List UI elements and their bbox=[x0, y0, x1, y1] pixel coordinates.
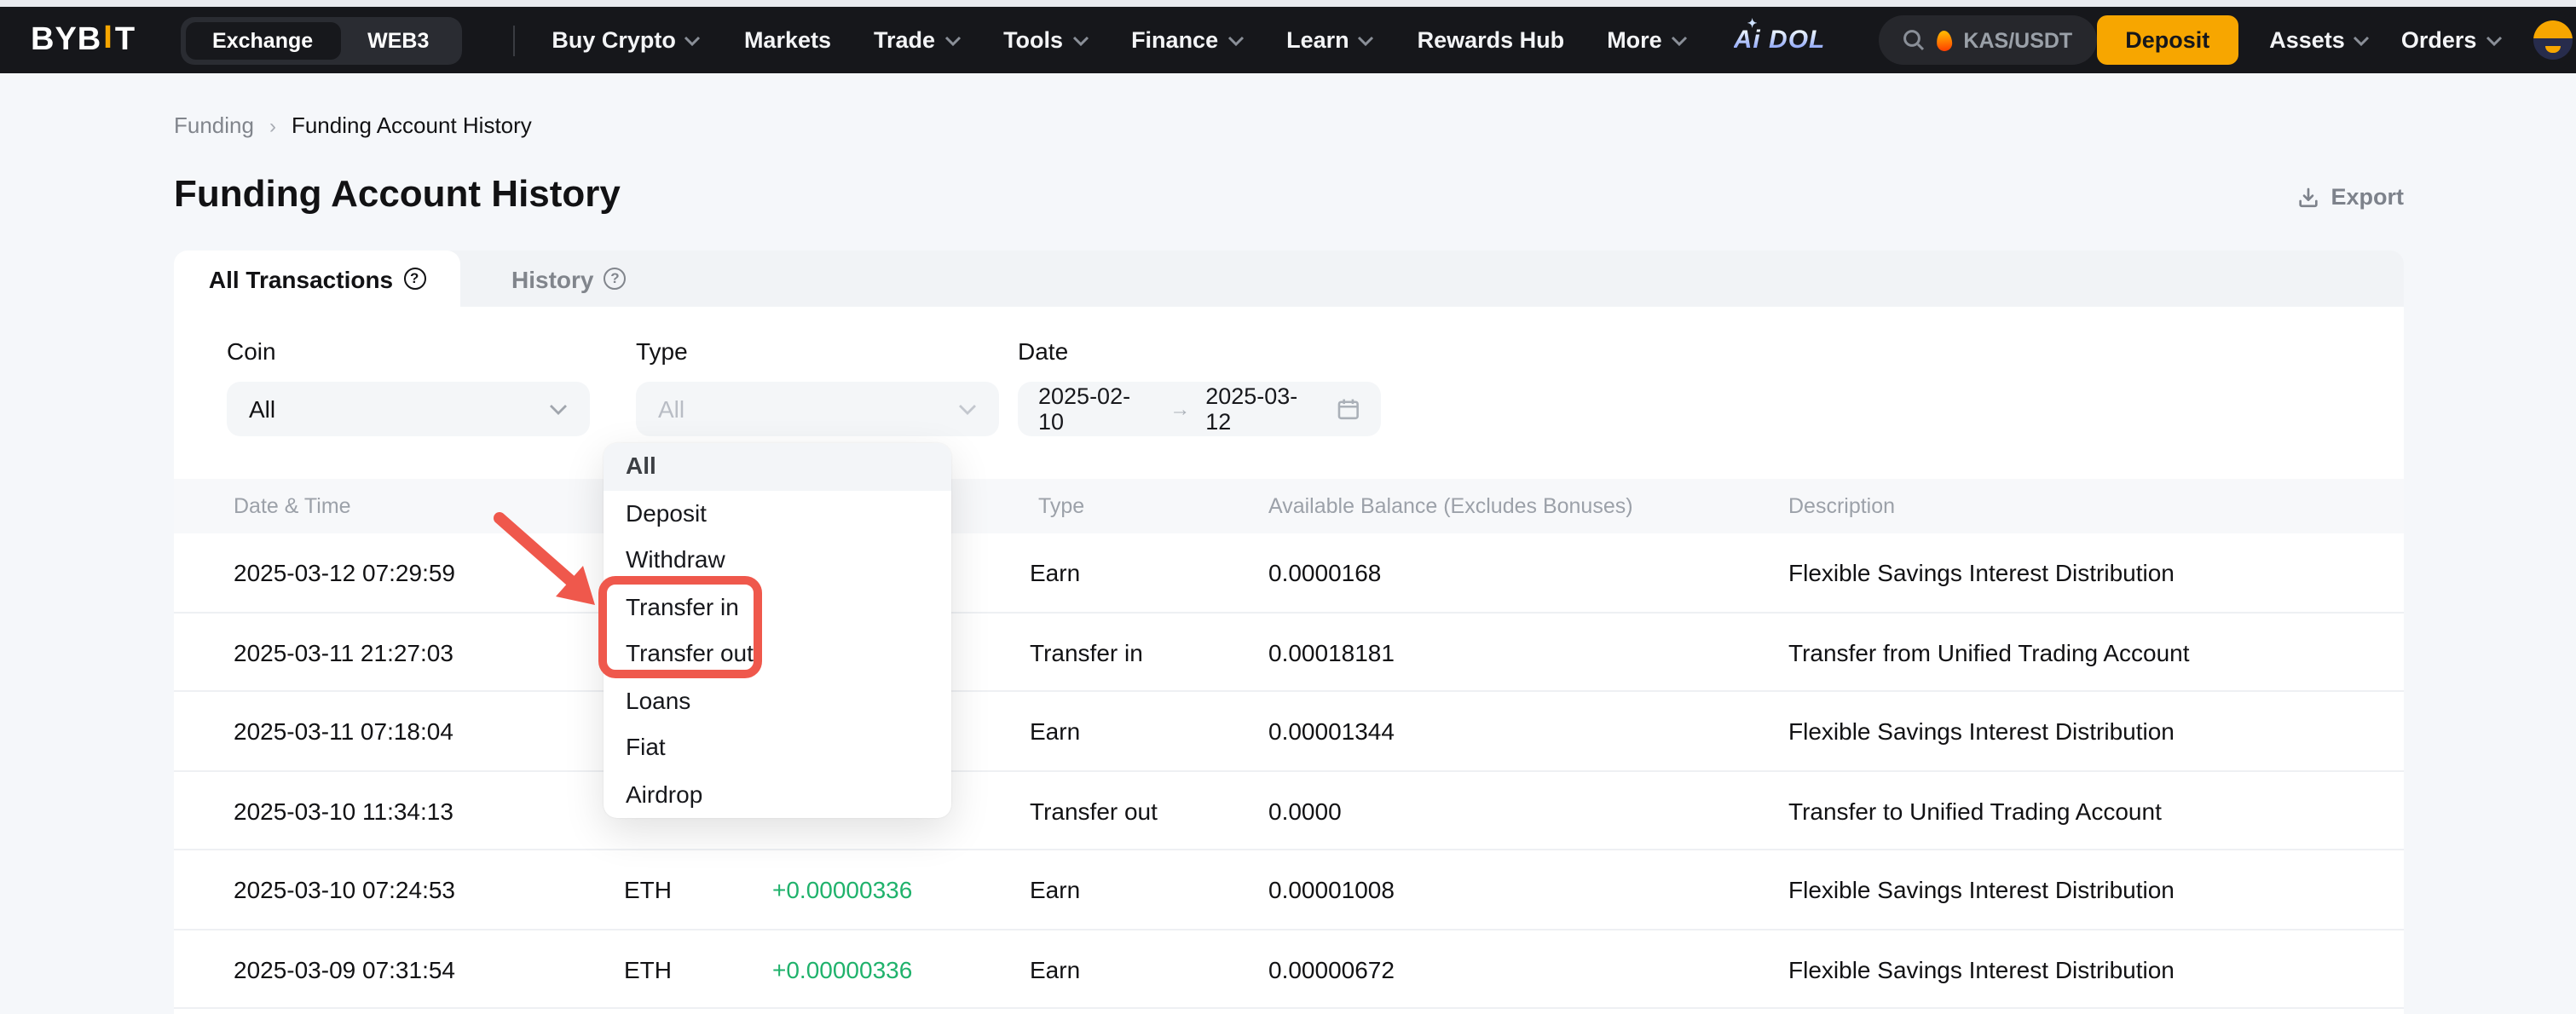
chevron-down-icon bbox=[2354, 35, 2371, 45]
dropdown-option-airdrop[interactable]: Airdrop bbox=[604, 771, 951, 818]
nav-more[interactable]: More bbox=[1607, 27, 1688, 53]
navbar-left: BYBIT Exchange WEB3 Buy Crypto Markets T… bbox=[31, 15, 2096, 65]
type-filter: Type All bbox=[636, 337, 999, 436]
nav-learn[interactable]: Learn bbox=[1286, 27, 1375, 53]
header-type: Type bbox=[1038, 479, 1084, 533]
nav-tools[interactable]: Tools bbox=[1003, 27, 1089, 53]
calendar-icon bbox=[1337, 397, 1360, 421]
search-icon bbox=[1902, 29, 1924, 51]
table-row[interactable]: 2025-03-10 07:24:53 ETH +0.00000336 Earn… bbox=[174, 850, 2404, 930]
date-filter: Date 2025-02-10 → 2025-03-12 bbox=[1018, 337, 1381, 436]
export-icon bbox=[2296, 185, 2320, 209]
nav-finance[interactable]: Finance bbox=[1131, 27, 1244, 53]
dropdown-option-withdraw[interactable]: Withdraw bbox=[604, 537, 951, 584]
nav-menu: Buy Crypto Markets Trade Tools Finance L… bbox=[552, 15, 2096, 65]
nav-markets[interactable]: Markets bbox=[744, 27, 831, 53]
exchange-web3-toggle: Exchange WEB3 bbox=[180, 16, 461, 64]
logo-text-left: BYB bbox=[31, 21, 101, 59]
type-select-value: All bbox=[658, 395, 684, 423]
search-input[interactable]: KAS/USDT bbox=[1878, 15, 2096, 65]
date-range-picker[interactable]: 2025-02-10 → 2025-03-12 bbox=[1018, 382, 1381, 436]
date-from: 2025-02-10 bbox=[1038, 383, 1154, 435]
chevron-down-icon bbox=[549, 403, 568, 415]
page-title: Funding Account History bbox=[174, 172, 621, 216]
logo-text-right: T bbox=[115, 21, 136, 59]
search-pair-label: KAS/USDT bbox=[1963, 28, 2072, 52]
toggle-exchange[interactable]: Exchange bbox=[185, 21, 340, 59]
dropdown-option-deposit[interactable]: Deposit bbox=[604, 490, 951, 537]
user-avatar[interactable] bbox=[2533, 20, 2572, 60]
dropdown-option-all[interactable]: All bbox=[604, 443, 951, 490]
deposit-button[interactable]: Deposit bbox=[2096, 15, 2238, 65]
chevron-down-icon bbox=[1358, 35, 1375, 45]
nav-trade[interactable]: Trade bbox=[874, 27, 961, 53]
tab-history[interactable]: History ? bbox=[460, 251, 677, 307]
chevron-down-icon bbox=[1671, 35, 1688, 45]
table-row[interactable]: 2025-03-12 07:29:59 Earn 0.0000168 Flexi… bbox=[174, 533, 2404, 613]
breadcrumb-current: Funding Account History bbox=[292, 112, 532, 138]
range-arrow-icon: → bbox=[1170, 397, 1190, 421]
export-button[interactable]: Export bbox=[2296, 184, 2404, 210]
page: BYBIT Exchange WEB3 Buy Crypto Markets T… bbox=[0, 0, 2576, 1014]
bybit-logo[interactable]: BYBIT bbox=[31, 21, 136, 59]
table-row[interactable]: 2025-03-11 07:18:04 Earn 0.00001344 Flex… bbox=[174, 692, 2404, 771]
table-row[interactable]: 2025-03-11 21:27:03 Transfer in 0.000181… bbox=[174, 613, 2404, 692]
question-circle-icon[interactable]: ? bbox=[403, 268, 425, 290]
nav-orders[interactable]: Orders bbox=[2401, 27, 2503, 53]
question-circle-icon[interactable]: ? bbox=[604, 268, 626, 290]
chevron-down-icon bbox=[2485, 35, 2502, 45]
coin-filter-label: Coin bbox=[227, 337, 590, 365]
export-label: Export bbox=[2331, 184, 2404, 210]
flame-icon bbox=[1936, 29, 1953, 50]
dropdown-option-loans[interactable]: Loans bbox=[604, 677, 951, 724]
browser-edge bbox=[0, 0, 2576, 7]
chevron-down-icon bbox=[958, 403, 977, 415]
coin-select[interactable]: All bbox=[227, 382, 590, 436]
header-description: Description bbox=[1788, 479, 1895, 533]
top-navbar: BYBIT Exchange WEB3 Buy Crypto Markets T… bbox=[0, 7, 2576, 73]
breadcrumb-funding[interactable]: Funding bbox=[174, 112, 254, 138]
coin-filter: Coin All bbox=[227, 337, 590, 436]
nav-rewards-hub[interactable]: Rewards Hub bbox=[1418, 27, 1565, 53]
chevron-down-icon bbox=[684, 35, 702, 45]
table-header: Date & Time Type Available Balance (Excl… bbox=[174, 479, 2404, 533]
nav-buy-crypto[interactable]: Buy Crypto bbox=[552, 27, 702, 53]
table-row[interactable]: 2025-03-10 11:34:13 Transfer out 0.0000 … bbox=[174, 771, 2404, 850]
toggle-web3[interactable]: WEB3 bbox=[340, 21, 456, 59]
navbar-right: Deposit Assets Orders bbox=[2096, 15, 2576, 65]
coin-select-value: All bbox=[249, 395, 275, 423]
table-row[interactable]: 2025-03-09 07:31:54 ETH +0.00000336 Earn… bbox=[174, 930, 2404, 1009]
star-icon: ✦ bbox=[1747, 17, 1759, 31]
chevron-down-icon bbox=[1071, 35, 1089, 45]
tab-bar: All Transactions ? History ? bbox=[174, 251, 2404, 307]
dropdown-option-fiat[interactable]: Fiat bbox=[604, 724, 951, 771]
header-available-balance: Available Balance (Excludes Bonuses) bbox=[1268, 479, 1633, 533]
logo-accent-i: I bbox=[103, 20, 113, 57]
nav-assets[interactable]: Assets bbox=[2269, 27, 2371, 53]
divider bbox=[512, 25, 514, 55]
type-select[interactable]: All bbox=[636, 382, 999, 436]
type-dropdown-menu: All Deposit Withdraw Transfer in Transfe… bbox=[604, 443, 951, 818]
date-filter-label: Date bbox=[1018, 337, 1381, 365]
breadcrumb: Funding › Funding Account History bbox=[174, 112, 532, 138]
chevron-down-icon bbox=[944, 35, 961, 45]
date-to: 2025-03-12 bbox=[1205, 383, 1321, 435]
breadcrumb-separator-icon: › bbox=[269, 113, 276, 137]
header-date-time: Date & Time bbox=[234, 479, 351, 533]
type-filter-label: Type bbox=[636, 337, 999, 365]
aidol-logo[interactable]: ✦Ai DOL bbox=[1734, 26, 1826, 55]
tab-all-transactions[interactable]: All Transactions ? bbox=[174, 251, 460, 307]
dropdown-option-transfer-in[interactable]: Transfer in bbox=[604, 584, 951, 631]
dropdown-option-transfer-out[interactable]: Transfer out bbox=[604, 631, 951, 677]
chevron-down-icon bbox=[1227, 35, 1244, 45]
